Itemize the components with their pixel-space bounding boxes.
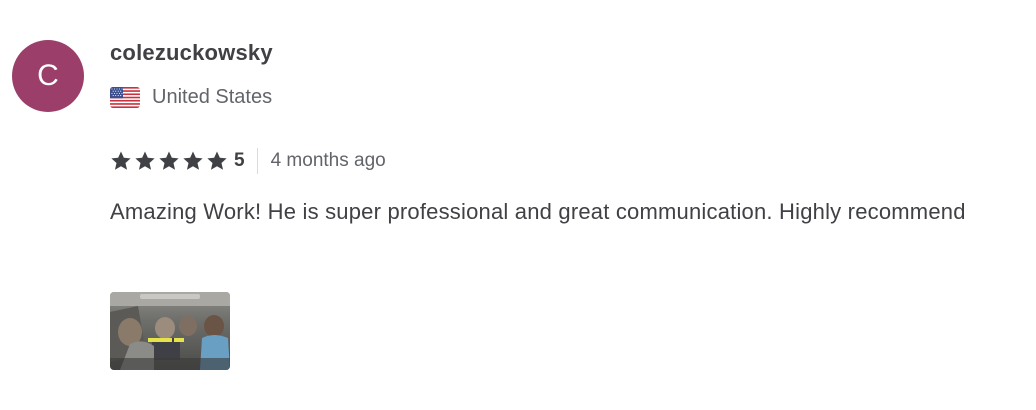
reviewer-username[interactable]: colezuckowsky bbox=[110, 40, 273, 66]
divider bbox=[256, 148, 258, 174]
avatar[interactable]: C bbox=[12, 40, 84, 112]
star-icon bbox=[207, 151, 227, 170]
avatar-initial: C bbox=[37, 59, 59, 92]
star-icon bbox=[111, 151, 131, 170]
review-comment: Amazing Work! He is super professional a… bbox=[110, 199, 966, 224]
star-icon bbox=[135, 151, 155, 170]
country-name: United States bbox=[152, 86, 273, 108]
reviewer-country: United States bbox=[110, 86, 272, 109]
attachment-thumbnail[interactable] bbox=[110, 292, 230, 370]
us-flag-icon bbox=[110, 87, 140, 108]
review-date: 4 months ago bbox=[270, 150, 386, 171]
star-icon bbox=[159, 151, 179, 170]
video-thumbnail-image bbox=[110, 292, 230, 370]
rating-score: 5 bbox=[234, 150, 245, 171]
star-icon bbox=[183, 151, 203, 170]
rating-row: 5 4 months ago bbox=[110, 147, 386, 175]
star-rating bbox=[110, 150, 228, 172]
